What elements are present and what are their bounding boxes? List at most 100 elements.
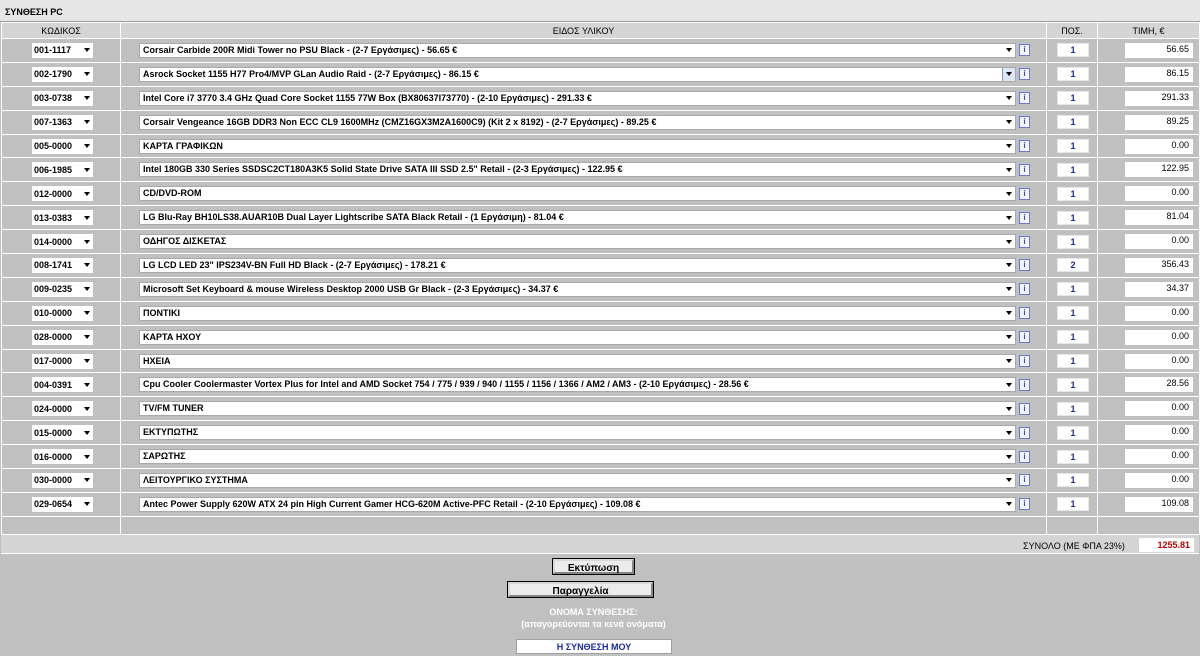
- code-select[interactable]: 001-1117: [32, 42, 93, 58]
- description-select[interactable]: ΕΚΤΥΠΩΤΗΣ: [139, 425, 1016, 441]
- quantity-input[interactable]: 2: [1057, 258, 1089, 273]
- info-icon[interactable]: i: [1019, 211, 1030, 224]
- description-select[interactable]: TV/FM TUNER: [139, 401, 1016, 417]
- description-select[interactable]: ΚΑΡΤΑ ΓΡΑΦΙΚΩΝ: [139, 138, 1016, 154]
- description-select[interactable]: ΛΕΙΤΟΥΡΓΙΚΟ ΣΥΣΤΗΜΑ: [139, 472, 1016, 488]
- dropdown-arrow-icon[interactable]: [1002, 187, 1015, 200]
- info-icon[interactable]: i: [1019, 378, 1030, 391]
- print-button[interactable]: Εκτύπωση: [552, 558, 635, 575]
- dropdown-arrow-icon[interactable]: [1002, 331, 1015, 344]
- dropdown-arrow-icon[interactable]: [1002, 44, 1015, 57]
- code-select[interactable]: 008-1741: [32, 257, 93, 273]
- quantity-input[interactable]: 1: [1057, 306, 1089, 321]
- quantity-input[interactable]: 1: [1057, 91, 1089, 106]
- info-icon[interactable]: i: [1019, 426, 1030, 439]
- info-icon[interactable]: i: [1019, 331, 1030, 344]
- dropdown-arrow-icon[interactable]: [1002, 355, 1015, 368]
- code-select[interactable]: 028-0000: [32, 329, 93, 345]
- code-select[interactable]: 005-0000: [32, 138, 93, 154]
- dropdown-arrow-icon[interactable]: [1002, 235, 1015, 248]
- dropdown-arrow-icon[interactable]: [1002, 67, 1015, 81]
- info-icon[interactable]: i: [1019, 235, 1030, 248]
- description-select[interactable]: Antec Power Supply 620W ATX 24 pin High …: [139, 496, 1016, 512]
- info-icon[interactable]: i: [1019, 92, 1030, 105]
- dropdown-arrow-icon[interactable]: [1002, 140, 1015, 153]
- code-select[interactable]: 013-0383: [32, 210, 93, 226]
- code-select[interactable]: 010-0000: [32, 305, 93, 321]
- quantity-input[interactable]: 1: [1057, 473, 1089, 488]
- description-select[interactable]: ΟΔΗΓΟΣ ΔΙΣΚΕΤΑΣ: [139, 234, 1016, 250]
- code-select[interactable]: 012-0000: [32, 186, 93, 202]
- info-icon[interactable]: i: [1019, 116, 1030, 129]
- info-icon[interactable]: i: [1019, 450, 1030, 463]
- dropdown-arrow-icon[interactable]: [1002, 211, 1015, 224]
- description-select[interactable]: LG LCD LED 23" IPS234V-BN Full HD Black …: [139, 257, 1016, 273]
- description-select[interactable]: Intel Core i7 3770 3.4 GHz Quad Core Soc…: [139, 90, 1016, 106]
- quantity-input[interactable]: 1: [1057, 67, 1089, 82]
- code-select[interactable]: 007-1363: [32, 114, 93, 130]
- quantity-input[interactable]: 1: [1057, 115, 1089, 130]
- quantity-input[interactable]: 1: [1057, 354, 1089, 369]
- description-select[interactable]: Intel 180GB 330 Series SSDSC2CT180A3K5 S…: [139, 162, 1016, 178]
- description-select[interactable]: Corsair Carbide 200R Midi Tower no PSU B…: [139, 42, 1016, 58]
- info-icon[interactable]: i: [1019, 140, 1030, 152]
- order-button[interactable]: Παραγγελία: [507, 581, 654, 598]
- quantity-input[interactable]: 1: [1057, 210, 1089, 225]
- code-select[interactable]: 015-0000: [32, 425, 93, 441]
- info-icon[interactable]: i: [1019, 355, 1030, 368]
- info-icon[interactable]: i: [1019, 68, 1030, 81]
- info-icon[interactable]: i: [1019, 44, 1030, 57]
- quantity-input[interactable]: 1: [1057, 139, 1089, 153]
- quantity-input[interactable]: 1: [1057, 330, 1089, 345]
- info-icon[interactable]: i: [1019, 187, 1030, 200]
- quantity-input[interactable]: 1: [1057, 425, 1089, 440]
- code-select[interactable]: 002-1790: [32, 66, 93, 82]
- description-select[interactable]: Asrock Socket 1155 H77 Pro4/MVP GLan Aud…: [139, 66, 1016, 82]
- quantity-input[interactable]: 1: [1057, 162, 1089, 177]
- code-select[interactable]: 003-0738: [32, 90, 93, 106]
- description-select[interactable]: ΗΧΕΙΑ: [139, 353, 1016, 369]
- dropdown-arrow-icon[interactable]: [1002, 450, 1015, 463]
- dropdown-arrow-icon[interactable]: [1002, 283, 1015, 296]
- composition-name-input[interactable]: Η ΣΥΝΘΕΣΗ ΜΟΥ: [516, 639, 672, 654]
- description-select[interactable]: Microsoft Set Keyboard & mouse Wireless …: [139, 281, 1016, 297]
- quantity-input[interactable]: 1: [1057, 282, 1089, 297]
- info-icon[interactable]: i: [1019, 307, 1030, 320]
- code-select[interactable]: 029-0654: [32, 496, 93, 512]
- description-select[interactable]: Corsair Vengeance 16GB DDR3 Non ECC CL9 …: [139, 114, 1016, 130]
- description-select[interactable]: Cpu Cooler Coolermaster Vortex Plus for …: [139, 377, 1016, 393]
- dropdown-arrow-icon[interactable]: [1002, 92, 1015, 105]
- description-select[interactable]: ΚΑΡΤΑ ΗΧΟΥ: [139, 329, 1016, 345]
- code-select[interactable]: 030-0000: [32, 472, 93, 488]
- quantity-input[interactable]: 1: [1057, 43, 1089, 58]
- info-icon[interactable]: i: [1019, 283, 1030, 296]
- dropdown-arrow-icon[interactable]: [1002, 163, 1015, 176]
- quantity-input[interactable]: 1: [1057, 377, 1089, 392]
- code-select[interactable]: 014-0000: [32, 234, 93, 250]
- info-icon[interactable]: i: [1019, 163, 1030, 176]
- dropdown-arrow-icon[interactable]: [1002, 498, 1015, 511]
- dropdown-arrow-icon[interactable]: [1002, 378, 1015, 391]
- code-select[interactable]: 006-1985: [32, 162, 93, 178]
- dropdown-arrow-icon[interactable]: [1002, 474, 1015, 487]
- info-icon[interactable]: i: [1019, 474, 1030, 487]
- description-select[interactable]: ΠΟΝΤΙΚΙ: [139, 305, 1016, 321]
- info-icon[interactable]: i: [1019, 259, 1030, 272]
- dropdown-arrow-icon[interactable]: [1002, 307, 1015, 320]
- description-select[interactable]: CD/DVD-ROM: [139, 186, 1016, 202]
- dropdown-arrow-icon[interactable]: [1002, 116, 1015, 129]
- code-select[interactable]: 009-0235: [32, 281, 93, 297]
- description-select[interactable]: LG Blu-Ray BH10LS38.AUAR10B Dual Layer L…: [139, 210, 1016, 226]
- code-select[interactable]: 016-0000: [32, 449, 93, 465]
- quantity-input[interactable]: 1: [1057, 234, 1089, 249]
- quantity-input[interactable]: 1: [1057, 186, 1089, 201]
- code-select[interactable]: 017-0000: [32, 353, 93, 369]
- dropdown-arrow-icon[interactable]: [1002, 426, 1015, 439]
- dropdown-arrow-icon[interactable]: [1002, 402, 1015, 415]
- quantity-input[interactable]: 1: [1057, 401, 1089, 416]
- quantity-input[interactable]: 1: [1057, 497, 1089, 512]
- quantity-input[interactable]: 1: [1057, 449, 1089, 464]
- info-icon[interactable]: i: [1019, 498, 1030, 511]
- code-select[interactable]: 024-0000: [32, 401, 93, 417]
- code-select[interactable]: 004-0391: [32, 377, 93, 393]
